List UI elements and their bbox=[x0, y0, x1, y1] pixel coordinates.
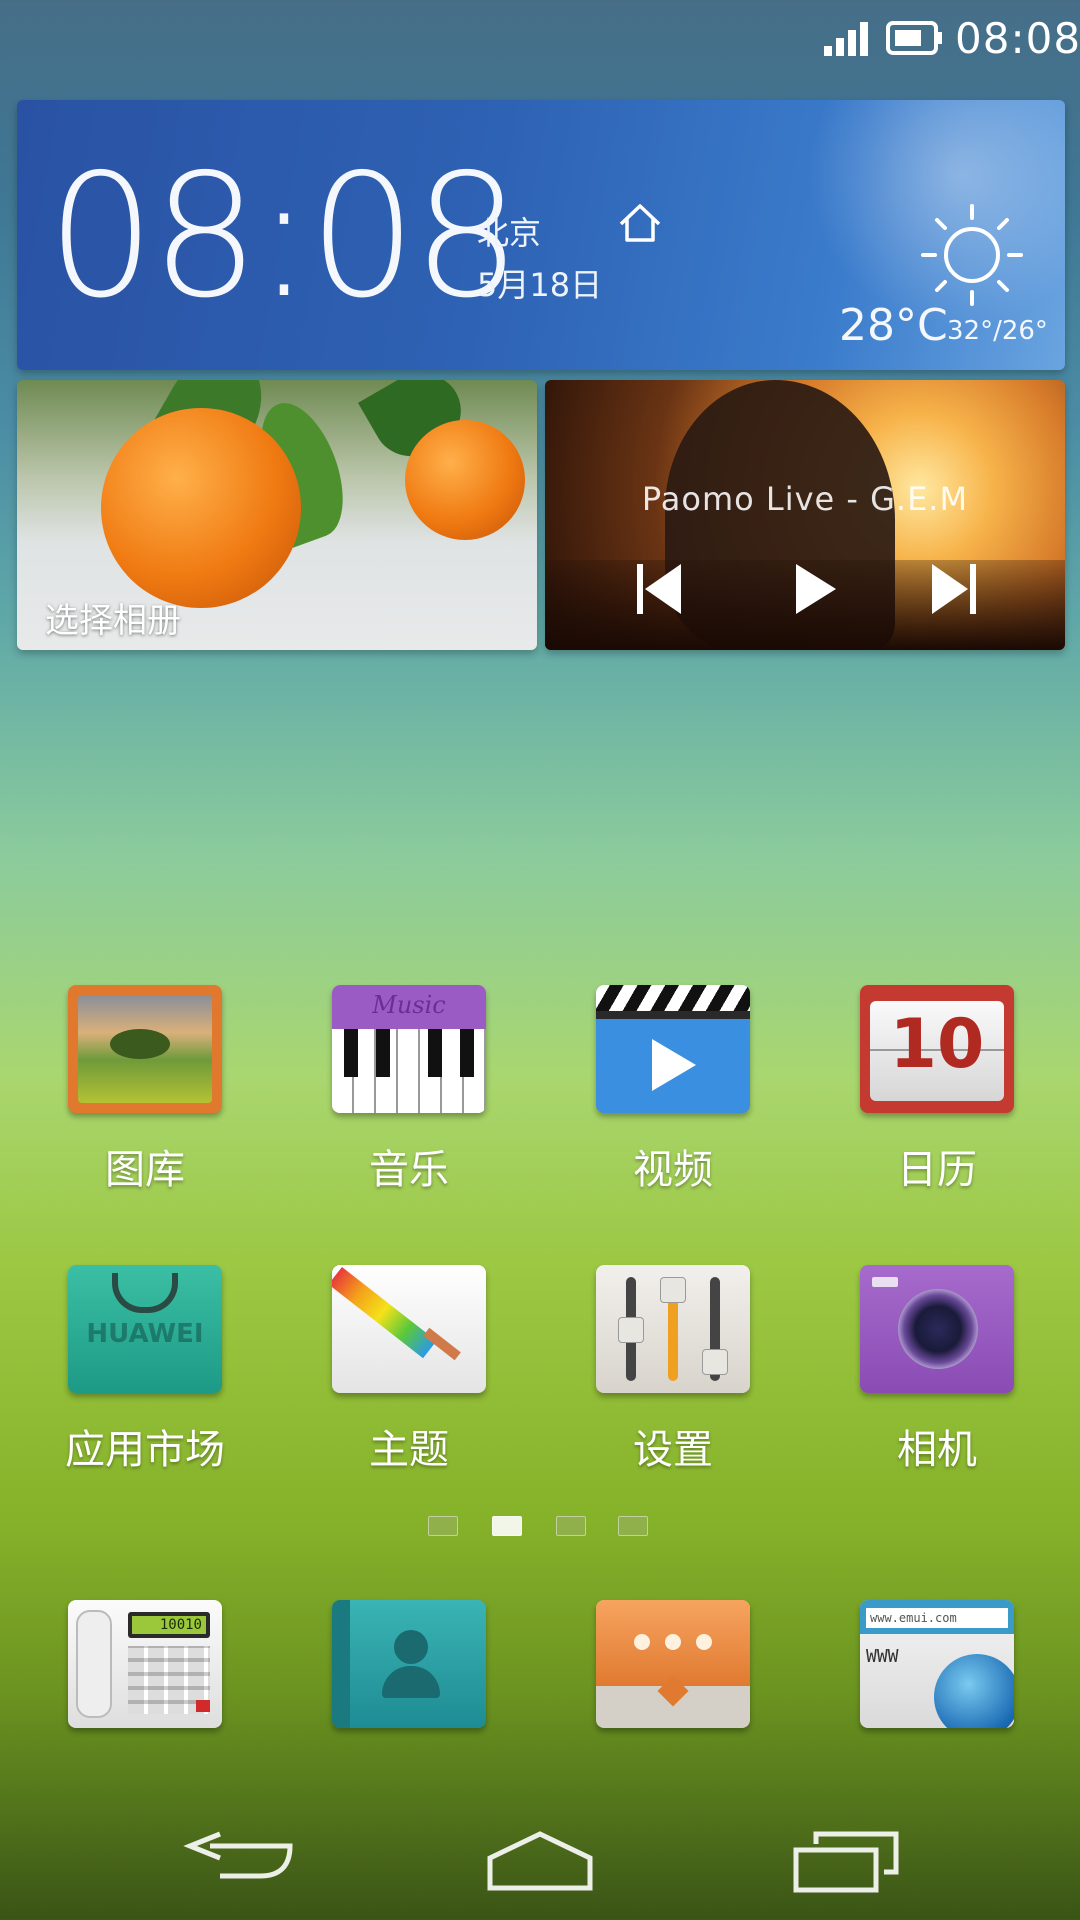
status-bar: 08:08 bbox=[0, 0, 1080, 78]
music-icon-text: Music bbox=[372, 991, 446, 1019]
page-dot-4[interactable] bbox=[618, 1516, 648, 1536]
app-market-icon: HUAWEI bbox=[68, 1265, 222, 1393]
status-time: 08:08 bbox=[955, 14, 1080, 63]
settings-icon bbox=[596, 1265, 750, 1393]
app-label-music: 音乐 bbox=[369, 1147, 449, 1193]
app-label-themes: 主题 bbox=[369, 1427, 449, 1473]
camera-icon bbox=[860, 1265, 1014, 1393]
app-label-gallery: 图库 bbox=[105, 1147, 185, 1193]
photo-album-widget[interactable]: 选择相册 bbox=[17, 380, 537, 650]
app-label-video: 视频 bbox=[633, 1147, 713, 1193]
previous-track-icon[interactable] bbox=[635, 562, 685, 616]
app-label-market: 应用市场 bbox=[65, 1427, 225, 1473]
page-dot-2-active[interactable] bbox=[492, 1516, 522, 1536]
browser-url-text: www.emui.com bbox=[866, 1608, 1008, 1628]
battery-icon bbox=[886, 21, 942, 55]
music-player-widget[interactable]: Paomo Live - G.E.M bbox=[545, 380, 1065, 650]
back-icon[interactable] bbox=[180, 1826, 300, 1896]
clock-time: 08:08 bbox=[47, 138, 521, 336]
play-icon[interactable] bbox=[790, 562, 840, 616]
next-track-icon[interactable] bbox=[928, 562, 978, 616]
app-label-calendar: 日历 bbox=[897, 1147, 977, 1193]
phone-icon[interactable]: 10010 bbox=[68, 1600, 222, 1728]
contacts-icon[interactable] bbox=[332, 1600, 486, 1728]
navigation-bar bbox=[0, 1800, 1080, 1920]
themes-icon bbox=[332, 1265, 486, 1393]
temperature: 28°C bbox=[839, 300, 948, 351]
browser-icon[interactable]: www.emui.com WWW bbox=[860, 1600, 1014, 1728]
home-icon[interactable] bbox=[480, 1826, 600, 1896]
browser-www-text: WWW bbox=[866, 1646, 899, 1667]
home-city-icon[interactable] bbox=[615, 200, 665, 246]
calendar-day-number: 10 bbox=[889, 1005, 985, 1084]
signal-icon bbox=[824, 22, 868, 56]
music-icon: Music bbox=[332, 985, 486, 1113]
video-icon bbox=[596, 985, 750, 1113]
app-label-settings: 设置 bbox=[633, 1427, 713, 1473]
temperature-range: 32°/26° bbox=[947, 316, 1048, 346]
recent-apps-icon[interactable] bbox=[790, 1826, 910, 1896]
choose-album-label: 选择相册 bbox=[45, 601, 181, 641]
page-indicator bbox=[428, 1516, 652, 1538]
gallery-icon bbox=[68, 985, 222, 1113]
orange-fruit bbox=[405, 420, 525, 540]
app-label-camera: 相机 bbox=[897, 1427, 977, 1473]
page-dot-1[interactable] bbox=[428, 1516, 458, 1536]
phone-display-number: 10010 bbox=[132, 1616, 206, 1634]
page-dot-3[interactable] bbox=[556, 1516, 586, 1536]
date-label: 5月18日 bbox=[477, 266, 603, 304]
app-market-brand-text: HUAWEI bbox=[86, 1319, 204, 1349]
song-title: Paomo Live - G.E.M bbox=[641, 480, 969, 518]
orange-fruit bbox=[101, 408, 301, 608]
messages-icon[interactable] bbox=[596, 1600, 750, 1728]
sun-icon bbox=[921, 204, 1023, 306]
city-label: 北京 bbox=[477, 214, 542, 252]
calendar-icon: 10 bbox=[860, 985, 1014, 1113]
clock-weather-widget[interactable]: 08:08 北京 5月18日 28°C 32°/26° bbox=[17, 100, 1065, 370]
